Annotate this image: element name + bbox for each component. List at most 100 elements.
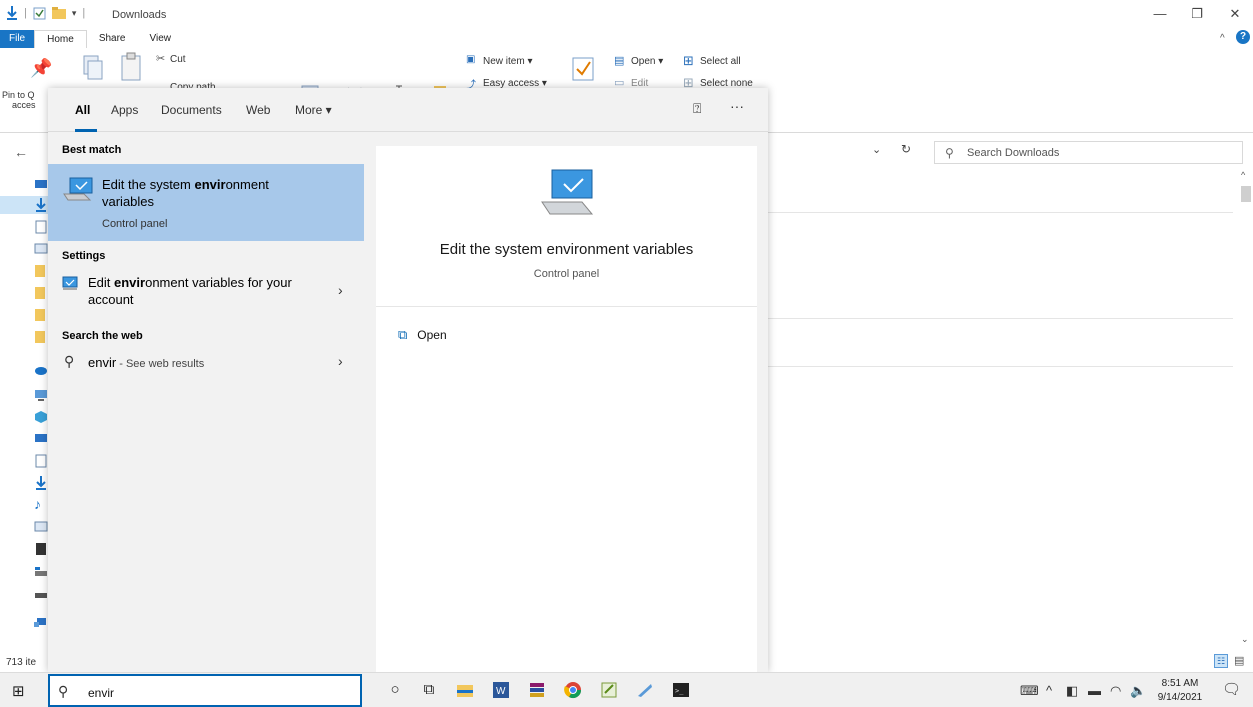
- address-dropdown-icon[interactable]: ⌄: [872, 143, 881, 156]
- drive-icon[interactable]: [34, 586, 48, 600]
- downloads-icon[interactable]: [34, 476, 48, 490]
- paste-icon[interactable]: [120, 52, 142, 82]
- command-prompt-icon[interactable]: >_: [672, 681, 690, 699]
- scroll-down-icon[interactable]: ⌄: [1241, 634, 1249, 645]
- best-match-subtitle: Control panel: [102, 218, 168, 230]
- paint-icon[interactable]: [636, 681, 654, 699]
- open-label: Open: [417, 328, 447, 342]
- scroll-up-icon[interactable]: ^: [1241, 170, 1245, 180]
- web-suffix: - See web results: [116, 358, 205, 370]
- back-arrow-icon[interactable]: ←: [14, 144, 28, 160]
- local-disk-icon[interactable]: [34, 564, 48, 578]
- web-result-text: envir - See web results: [88, 354, 204, 373]
- chrome-icon[interactable]: [564, 681, 582, 699]
- feedback-icon[interactable]: ⍰: [693, 100, 701, 117]
- wifi-icon[interactable]: ◠: [1110, 683, 1121, 699]
- show-hidden-icons-chevron[interactable]: ^: [1046, 683, 1052, 698]
- documents-icon[interactable]: [34, 454, 48, 468]
- web-result[interactable]: ⚲ envir - See web results ›: [48, 350, 364, 376]
- cortana-icon[interactable]: ○: [386, 681, 404, 699]
- network-icon[interactable]: [34, 614, 48, 628]
- volume-icon[interactable]: 🔈: [1130, 683, 1146, 699]
- title-text: Edit the system: [102, 177, 195, 192]
- new-item-icon[interactable]: ▣: [466, 54, 475, 65]
- details-view-icon[interactable]: ☷: [1214, 654, 1228, 668]
- title-text: onment: [225, 177, 269, 192]
- videos-icon[interactable]: [34, 542, 48, 556]
- file-explorer-taskbar-icon[interactable]: [456, 681, 474, 699]
- word-icon[interactable]: W: [492, 681, 510, 699]
- copy-icon[interactable]: [82, 54, 104, 82]
- documents-icon[interactable]: [34, 220, 48, 234]
- tab-share[interactable]: Share: [87, 30, 138, 48]
- refresh-icon[interactable]: ↻: [901, 142, 911, 156]
- restore-icon[interactable]: ❐: [1187, 6, 1207, 22]
- cut-button[interactable]: Cut: [170, 54, 186, 65]
- title-match-text: envir: [114, 275, 146, 290]
- control-panel-large-icon: [541, 169, 594, 215]
- help-icon[interactable]: ?: [1236, 30, 1250, 44]
- open-icon[interactable]: ▤: [614, 54, 624, 67]
- explorer-scrollbar[interactable]: ^ ⌄: [1240, 170, 1252, 644]
- ribbon-collapse-icon[interactable]: ^: [1220, 33, 1225, 44]
- minimize-icon[interactable]: —: [1150, 6, 1170, 21]
- tab-apps[interactable]: Apps: [111, 103, 138, 117]
- new-item-button[interactable]: New item ▾: [483, 56, 532, 67]
- item-count: 713 ite: [6, 657, 37, 668]
- best-match-result[interactable]: Edit the system environment variables Co…: [48, 164, 364, 241]
- folder-icon[interactable]: [34, 308, 48, 322]
- touch-keyboard-icon[interactable]: ⌨: [1020, 683, 1039, 699]
- downloads-icon[interactable]: [34, 198, 48, 212]
- select-all-icon[interactable]: ⊞: [683, 53, 694, 69]
- task-view-icon[interactable]: ⧉: [420, 681, 438, 699]
- customize-qa-chevron-icon[interactable]: ▾: [72, 8, 77, 19]
- scissors-icon[interactable]: ✂: [156, 52, 165, 65]
- winrar-icon[interactable]: [528, 681, 546, 699]
- music-icon[interactable]: ♪: [34, 496, 48, 512]
- search-placeholder: Search Downloads: [967, 147, 1060, 159]
- new-folder-icon[interactable]: [51, 7, 66, 19]
- tab-web[interactable]: Web: [246, 103, 270, 117]
- desktop-icon[interactable]: [34, 432, 48, 446]
- download-arrow-icon[interactable]: [6, 6, 18, 20]
- desktop-icon[interactable]: [34, 178, 48, 192]
- this-pc-icon[interactable]: [34, 388, 48, 402]
- open-action[interactable]: ⧉ Open: [398, 327, 447, 343]
- scroll-thumb[interactable]: [1241, 186, 1251, 202]
- properties-icon[interactable]: [572, 54, 594, 82]
- pictures-icon[interactable]: [34, 242, 48, 256]
- properties-check-icon[interactable]: [33, 7, 46, 20]
- tab-all[interactable]: All: [75, 103, 90, 117]
- tab-file[interactable]: File: [0, 30, 35, 48]
- select-all-button[interactable]: Select all: [700, 56, 741, 67]
- meet-now-icon[interactable]: ◧: [1066, 683, 1078, 699]
- pin-icon[interactable]: 📌: [30, 58, 52, 79]
- notifications-icon[interactable]: 🗨: [1222, 680, 1241, 698]
- taskbar-search-box[interactable]: ⚲ envir: [48, 674, 362, 707]
- settings-result[interactable]: Edit environment variables for your acco…: [48, 268, 364, 314]
- folder-icon[interactable]: [34, 264, 48, 278]
- tab-view[interactable]: View: [138, 30, 184, 48]
- title-text: Edit: [88, 275, 115, 290]
- large-icons-view-icon[interactable]: ▤: [1234, 654, 1244, 667]
- folder-icon[interactable]: [34, 286, 48, 300]
- chevron-right-icon[interactable]: ›: [338, 282, 343, 298]
- tab-more[interactable]: More ▾: [295, 103, 332, 117]
- close-icon[interactable]: ✕: [1225, 6, 1245, 22]
- tab-home[interactable]: Home: [34, 30, 87, 48]
- explorer-search-box[interactable]: ⚲ Search Downloads: [934, 141, 1243, 164]
- notepad-plus-icon[interactable]: [600, 681, 618, 699]
- folder-icon[interactable]: [34, 330, 48, 344]
- windows-start-icon[interactable]: ⊞: [12, 682, 25, 700]
- pictures-icon[interactable]: [34, 520, 48, 534]
- onedrive-icon[interactable]: [34, 362, 48, 376]
- battery-icon[interactable]: ▬: [1088, 683, 1101, 698]
- detail-title: Edit the system environment variables: [439, 241, 694, 258]
- more-options-icon[interactable]: ···: [730, 98, 744, 114]
- 3d-objects-icon[interactable]: [34, 410, 48, 424]
- open-button[interactable]: Open ▾: [631, 56, 663, 67]
- file-row-divider: [768, 366, 1233, 367]
- chevron-right-icon[interactable]: ›: [338, 353, 343, 369]
- tab-documents[interactable]: Documents: [161, 103, 222, 117]
- system-clock[interactable]: 8:51 AM 9/14/2021: [1155, 677, 1205, 705]
